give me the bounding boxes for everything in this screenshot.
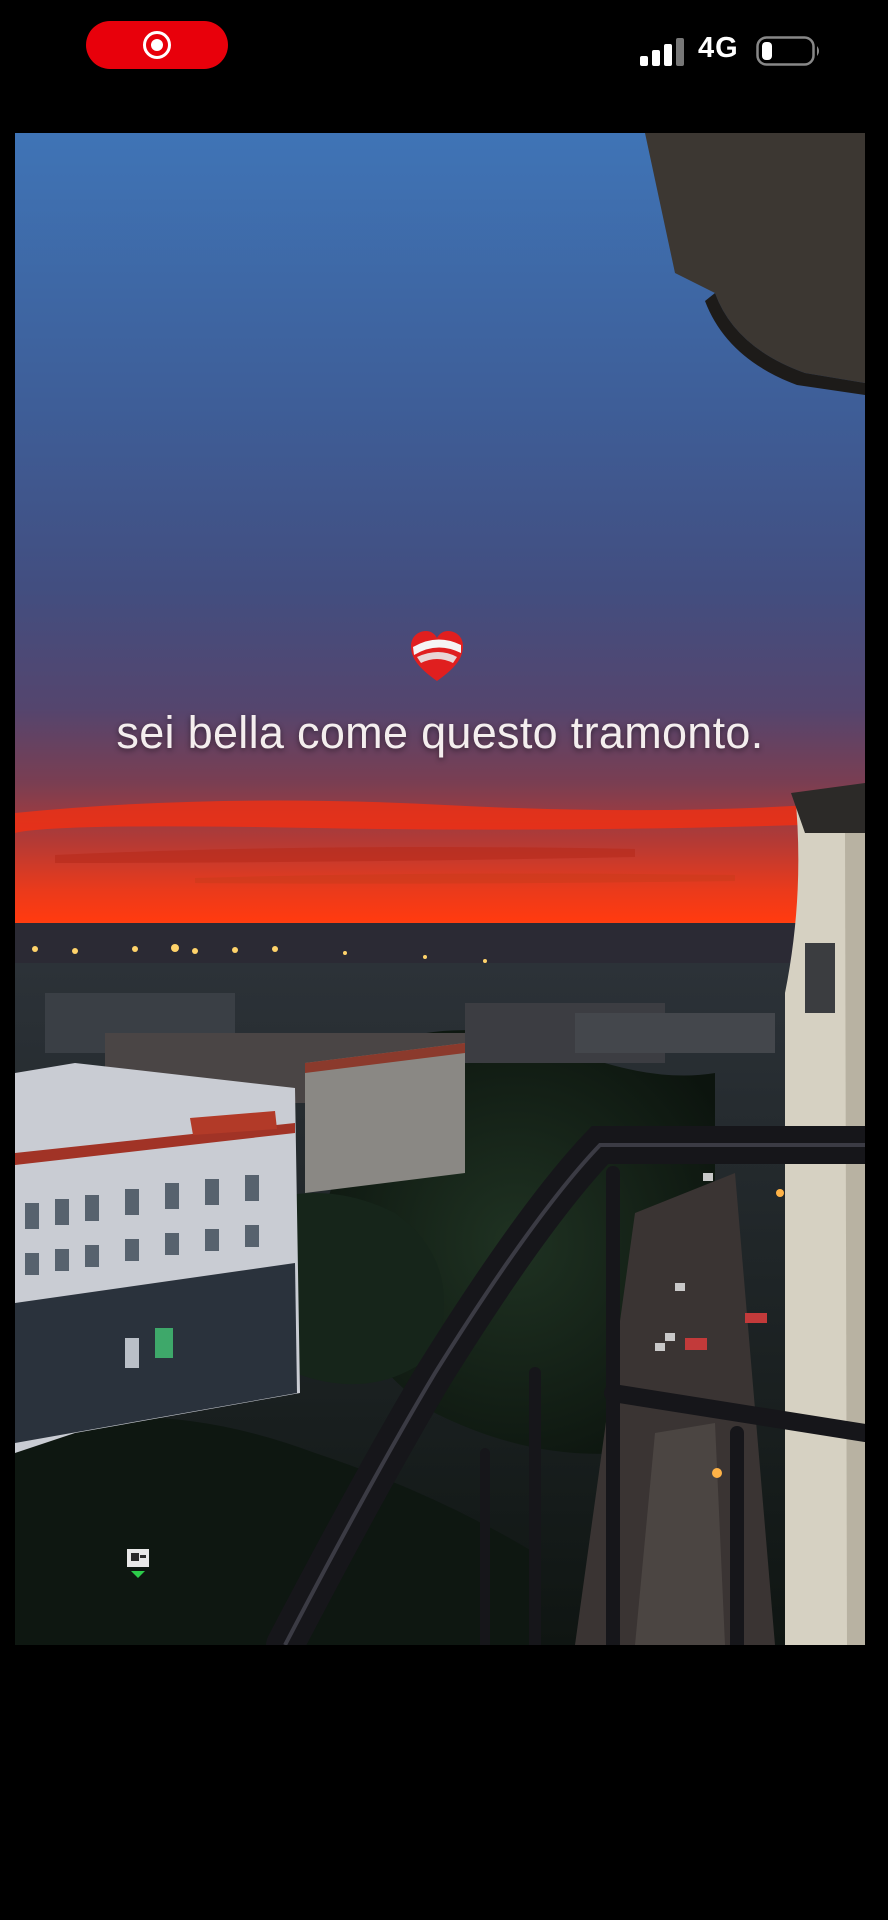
- network-type: 4G: [698, 32, 739, 64]
- battery-low-icon: [756, 36, 819, 66]
- watermark-icon: [127, 1549, 149, 1578]
- sunset-cityscape-image: [15, 133, 865, 1645]
- status-bar: 4G: [0, 0, 888, 110]
- signal-bars-icon: [640, 38, 684, 66]
- screen-recording-indicator[interactable]: [86, 21, 228, 69]
- record-icon: [143, 31, 171, 59]
- video-player[interactable]: sei bella come questo tramonto.: [15, 133, 865, 1645]
- mending-heart-icon: [411, 631, 463, 681]
- video-caption: sei bella come questo tramonto.: [116, 707, 764, 758]
